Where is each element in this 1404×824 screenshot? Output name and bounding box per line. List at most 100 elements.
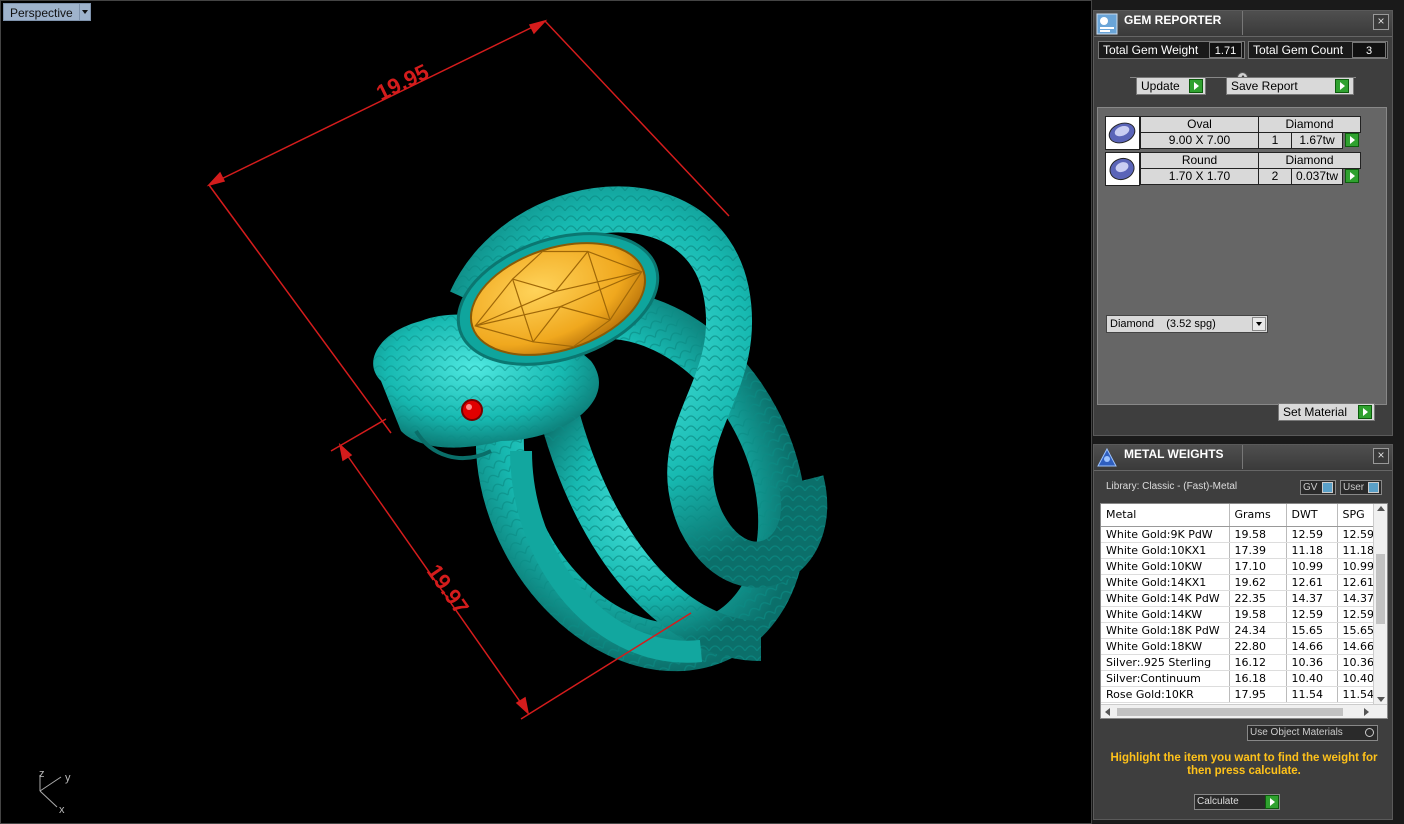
save-report-go-icon[interactable]: [1335, 79, 1349, 93]
user-toggle[interactable]: User: [1340, 480, 1382, 495]
table-cell: 19.58: [1229, 606, 1287, 623]
column-header[interactable]: SPG: [1337, 504, 1378, 527]
gv-toggle-icon[interactable]: [1322, 482, 1333, 493]
table-row[interactable]: Rose Gold:10KR 17.95 11.54 11.54: [1101, 686, 1378, 703]
table-cell: 12.61: [1286, 574, 1338, 591]
table-cell: White Gold:18K PdW: [1101, 622, 1230, 639]
material-select[interactable]: Diamond (3.52 spg): [1106, 315, 1268, 333]
calculate-go-icon[interactable]: [1265, 795, 1279, 809]
table-cell: 10.36: [1337, 654, 1378, 671]
table-row[interactable]: White Gold:10KW 17.10 10.99 10.99: [1101, 558, 1378, 575]
radio-icon[interactable]: [1365, 728, 1374, 737]
round-gem-icon: [1105, 152, 1140, 186]
gem-size: 9.00 X 7.00: [1140, 132, 1259, 149]
scroll-right-icon[interactable]: [1364, 708, 1369, 716]
table-row[interactable]: White Gold:14K PdW 22.35 14.37 14.37: [1101, 590, 1378, 607]
gem-row[interactable]: Round Diamond 1.70 X 1.70 2 0.037tw: [1105, 152, 1361, 188]
3d-viewport[interactable]: Perspective 19.95 19.97 z y x: [0, 0, 1092, 824]
table-row[interactable]: White Gold:18KW 22.80 14.66 14.66: [1101, 638, 1378, 655]
close-icon[interactable]: ×: [1373, 448, 1389, 464]
table-cell: 11.18: [1337, 542, 1378, 559]
table-cell: 11.54: [1337, 686, 1378, 703]
table-cell: 11.54: [1286, 686, 1338, 703]
table-cell: 10.99: [1286, 558, 1338, 575]
gem-row[interactable]: Oval Diamond 9.00 X 7.00 1 1.67tw: [1105, 116, 1361, 152]
total-gem-weight-value: 1.71: [1209, 42, 1242, 58]
gem-material: Diamond: [1258, 152, 1361, 169]
gem-material: Diamond: [1258, 116, 1361, 133]
viewport-menu-arrow-icon[interactable]: [79, 3, 91, 21]
table-cell: 15.65: [1286, 622, 1338, 639]
table-row[interactable]: Silver:.925 Sterling 16.12 10.36 10.36: [1101, 654, 1378, 671]
table-row[interactable]: Silver:Continuum 16.18 10.40 10.40: [1101, 670, 1378, 687]
total-gem-count-value: 3: [1352, 42, 1386, 58]
table-row[interactable]: White Gold:9K PdW 19.58 12.59 12.59: [1101, 526, 1378, 543]
table-cell: White Gold:9K PdW: [1101, 526, 1230, 543]
gem-go-icon[interactable]: [1345, 169, 1359, 183]
table-header: Metal Grams DWT SPG: [1101, 504, 1378, 527]
oval-gem-icon: [1105, 116, 1140, 150]
table-row[interactable]: White Gold:10KX1 17.39 11.18 11.18: [1101, 542, 1378, 559]
scroll-down-icon[interactable]: [1377, 697, 1385, 702]
user-toggle-label: User: [1343, 482, 1365, 493]
gem-qty: 1: [1258, 132, 1292, 149]
ring-model-scene[interactable]: 19.95 19.97 z y x: [1, 1, 1092, 824]
axis-z-label: z: [39, 768, 45, 780]
scroll-left-icon[interactable]: [1105, 708, 1110, 716]
table-cell: White Gold:18KW: [1101, 638, 1230, 655]
table-cell: White Gold:10KX1: [1101, 542, 1230, 559]
horizontal-scrollbar[interactable]: [1101, 704, 1387, 718]
axis-y-label: y: [65, 772, 71, 784]
table-cell: 17.95: [1229, 686, 1287, 703]
material-select-value: Diamond (3.52 spg): [1110, 318, 1216, 330]
table-cell: 12.59: [1286, 606, 1338, 623]
gem-reporter-panel: GEM REPORTER × Total Gem Weight 1.71 Tot…: [1093, 10, 1393, 436]
viewport-name[interactable]: Perspective: [3, 3, 80, 21]
table-cell: 10.36: [1286, 654, 1338, 671]
gem-reporter-titlebar[interactable]: GEM REPORTER ×: [1094, 11, 1392, 37]
table-cell: 14.37: [1286, 590, 1338, 607]
table-cell: 10.99: [1337, 558, 1378, 575]
table-cell: 12.59: [1286, 526, 1338, 543]
metal-weights-titlebar[interactable]: METAL WEIGHTS ×: [1094, 445, 1392, 471]
table-row[interactable]: White Gold:18K PdW 24.34 15.65 15.65: [1101, 622, 1378, 639]
table-cell: White Gold:10KW: [1101, 558, 1230, 575]
user-toggle-icon[interactable]: [1368, 482, 1379, 493]
dimension-left-label: 19.97: [422, 560, 474, 619]
column-header[interactable]: DWT: [1286, 504, 1338, 527]
scroll-up-icon[interactable]: [1377, 506, 1385, 511]
use-object-materials-toggle[interactable]: Use Object Materials: [1247, 725, 1378, 741]
vertical-scrollbar[interactable]: [1373, 504, 1387, 704]
table-cell: 24.34: [1229, 622, 1287, 639]
table-cell: 12.61: [1337, 574, 1378, 591]
scrollbar-thumb[interactable]: [1117, 708, 1343, 716]
update-go-icon[interactable]: [1189, 79, 1203, 93]
calculate-button[interactable]: Calculate: [1194, 794, 1280, 810]
column-header[interactable]: Metal: [1101, 504, 1230, 527]
set-material-go-icon[interactable]: [1358, 405, 1372, 419]
table-cell: Rose Gold:10KR: [1101, 686, 1230, 703]
table-cell: 14.37: [1337, 590, 1378, 607]
metal-weights-table[interactable]: Metal Grams DWT SPG White Gold:9K PdW 19.…: [1100, 503, 1388, 719]
scrollbar-thumb[interactable]: [1376, 554, 1385, 624]
column-header[interactable]: Grams: [1229, 504, 1287, 527]
gv-toggle[interactable]: GV: [1300, 480, 1336, 495]
axis-x-label: x: [59, 804, 65, 816]
metal-scale-icon: [1097, 447, 1117, 467]
table-cell: 22.35: [1229, 590, 1287, 607]
table-cell: 12.59: [1337, 526, 1378, 543]
table-cell: 14.66: [1337, 638, 1378, 655]
table-row[interactable]: White Gold:14KW 19.58 12.59 12.59: [1101, 606, 1378, 623]
gem-go-icon[interactable]: [1345, 133, 1359, 147]
gem-shape: Oval: [1140, 116, 1259, 133]
table-cell: White Gold:14KW: [1101, 606, 1230, 623]
gem-reporter-title: GEM REPORTER: [1124, 13, 1222, 27]
table-row[interactable]: White Gold:14KX1 19.62 12.61 12.61: [1101, 574, 1378, 591]
chevron-down-icon[interactable]: [1252, 317, 1266, 331]
close-icon[interactable]: ×: [1373, 14, 1389, 30]
metal-table-body: White Gold:9K PdW 19.58 12.59 12.59 White Go…: [1101, 526, 1378, 703]
table-cell: 14.66: [1286, 638, 1338, 655]
gem-weight: 0.037tw: [1291, 168, 1343, 185]
gem-report-icon: [1096, 13, 1118, 35]
viewport-label[interactable]: Perspective: [3, 3, 91, 21]
